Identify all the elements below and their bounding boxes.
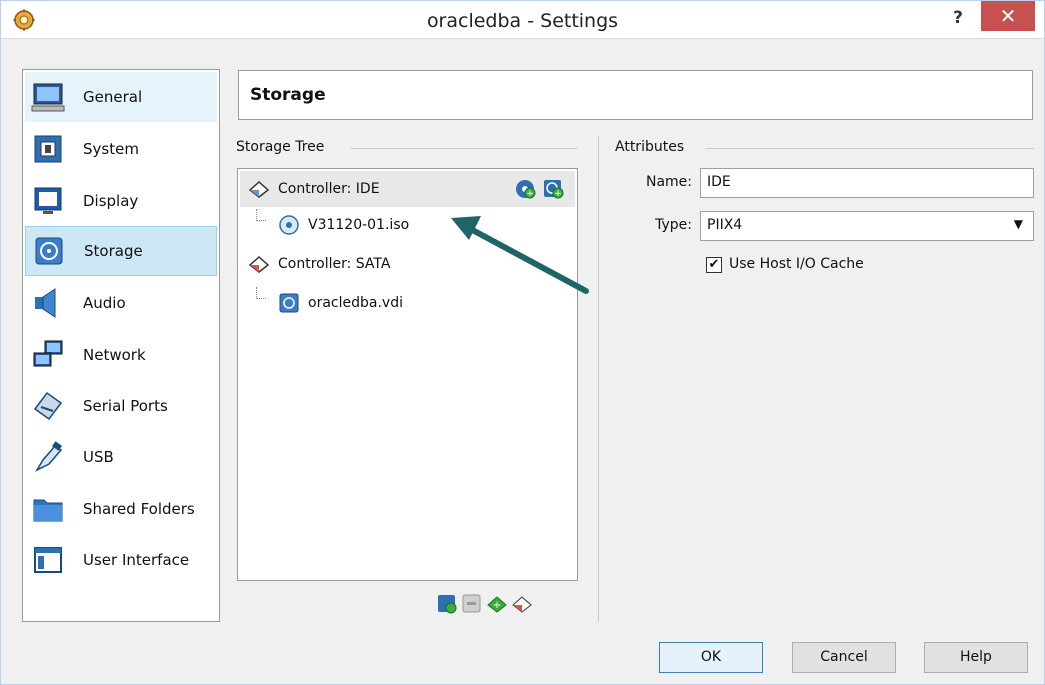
sidebar-item-label: Display <box>83 192 139 210</box>
sidebar-item-label: General <box>83 88 143 106</box>
sidebar-item-system[interactable]: System <box>25 124 217 174</box>
page-header: Storage <box>238 70 1033 120</box>
type-select-value: PIIX4 <box>707 217 743 233</box>
sidebar-item-storage[interactable]: Storage <box>25 226 217 276</box>
settings-sidebar: General System Display Storage Audio Net… <box>22 69 220 622</box>
add-attachment-icon[interactable] <box>436 593 458 615</box>
storage-disk-icon <box>35 237 63 265</box>
tree-row-label: Controller: IDE <box>278 181 380 197</box>
svg-text:+: + <box>526 189 534 199</box>
sidebar-item-label: Storage <box>84 242 143 260</box>
tree-row-label: oracledba.vdi <box>308 295 403 311</box>
close-button[interactable]: ✕ <box>981 1 1035 31</box>
optical-disc-icon <box>279 215 299 235</box>
sidebar-item-label: User Interface <box>83 551 190 569</box>
storage-tree-divider <box>351 148 577 149</box>
sidebar-item-usb[interactable]: USB <box>25 432 217 482</box>
attributes-divider <box>706 148 1034 149</box>
cancel-button[interactable]: Cancel <box>792 642 896 673</box>
name-field[interactable]: IDE <box>700 168 1034 198</box>
attributes-label: Attributes <box>615 139 691 155</box>
sidebar-item-label: USB <box>83 448 114 466</box>
remove-controller-icon[interactable] <box>511 593 533 615</box>
use-host-io-cache-checkbox[interactable]: ✔ <box>706 257 722 273</box>
sidebar-item-label: Audio <box>83 294 126 312</box>
remove-attachment-icon[interactable] <box>461 593 483 615</box>
svg-text:+: + <box>493 600 501 611</box>
sidebar-item-audio[interactable]: Audio <box>25 278 217 328</box>
help-title-button[interactable]: ? <box>943 5 973 31</box>
name-label: Name: <box>645 174 692 190</box>
chevron-down-icon: ▼ <box>1013 217 1023 231</box>
add-controller-icon[interactable]: + <box>486 593 508 615</box>
sidebar-item-label: Serial Ports <box>83 397 168 415</box>
usb-icon <box>35 441 63 472</box>
audio-speaker-icon <box>35 288 56 318</box>
type-label: Type: <box>655 217 692 233</box>
network-icon <box>33 340 63 367</box>
sidebar-item-general[interactable]: General <box>25 72 217 122</box>
general-monitor-icon <box>31 83 65 112</box>
system-chip-icon <box>34 135 62 163</box>
serial-port-icon <box>33 391 63 421</box>
sidebar-item-network[interactable]: Network <box>25 330 217 380</box>
storage-tree-label: Storage Tree <box>236 139 331 155</box>
folder-icon <box>33 499 63 522</box>
sidebar-item-label: Shared Folders <box>83 500 195 518</box>
title-bar[interactable]: oracledba - Settings ? ✕ <box>1 1 1044 39</box>
sidebar-item-user-interface[interactable]: User Interface <box>25 535 217 585</box>
sidebar-item-label: System <box>83 140 139 158</box>
annotation-arrow-icon <box>451 216 589 294</box>
controller-ide-icon <box>248 180 270 198</box>
use-host-io-cache-label: Use Host I/O Cache <box>729 256 864 272</box>
controller-sata-icon <box>248 255 270 273</box>
tree-row-controller-ide[interactable]: Controller: IDE + + <box>240 171 575 207</box>
user-interface-icon <box>34 547 62 573</box>
add-hard-disk-icon[interactable]: + <box>542 178 564 200</box>
add-optical-drive-icon[interactable]: + <box>514 178 536 200</box>
sidebar-item-label: Network <box>83 346 146 364</box>
sidebar-item-shared-folders[interactable]: Shared Folders <box>25 484 217 534</box>
ok-button[interactable]: OK <box>659 642 763 673</box>
help-button[interactable]: Help <box>924 642 1028 673</box>
window-title: oracledba - Settings <box>426 10 619 32</box>
sidebar-item-display[interactable]: Display <box>25 176 217 226</box>
settings-window: oracledba - Settings ? ✕ General System <box>0 0 1045 685</box>
tree-row-label: Controller: SATA <box>278 256 391 272</box>
tree-row-label: V31120-01.iso <box>308 217 410 233</box>
sidebar-item-serial-ports[interactable]: Serial Ports <box>25 381 217 431</box>
display-monitor-icon <box>34 187 62 214</box>
svg-text:+: + <box>554 189 562 199</box>
page-title: Storage <box>250 85 326 105</box>
hard-disk-icon <box>279 293 299 313</box>
type-select[interactable]: PIIX4 ▼ <box>700 211 1034 241</box>
